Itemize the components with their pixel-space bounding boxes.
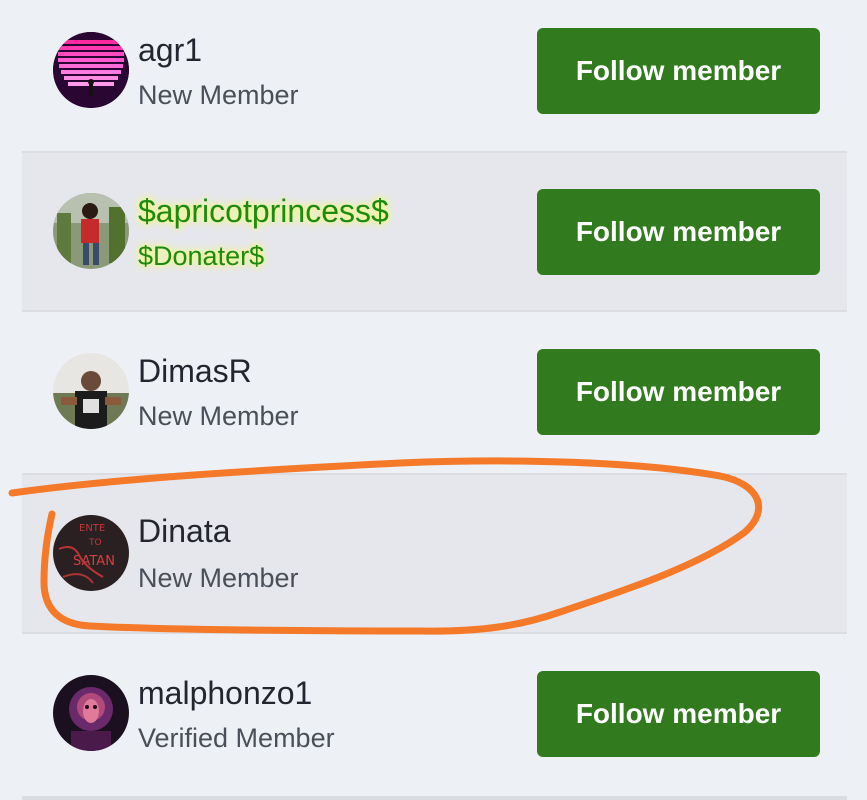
avatar[interactable] — [53, 193, 129, 269]
follow-member-button[interactable]: Follow member — [537, 671, 820, 757]
member-name[interactable]: $apricotprincess$ — [138, 193, 389, 230]
avatar[interactable] — [53, 32, 129, 108]
svg-text:ENTE: ENTE — [79, 523, 105, 534]
list-item: ENTE TO SATAN Dinata New Member — [22, 473, 847, 634]
list-item: $apricotprincess$ $Donater$ Follow membe… — [22, 151, 847, 312]
avatar[interactable] — [53, 675, 129, 751]
member-name[interactable]: Dinata — [138, 513, 231, 550]
member-name[interactable]: agr1 — [138, 32, 202, 69]
divider — [22, 796, 847, 800]
member-role: New Member — [138, 80, 299, 110]
list-item: malphonzo1 Verified Member Follow member — [22, 635, 847, 796]
member-name[interactable]: malphonzo1 — [138, 675, 312, 712]
svg-text:TO: TO — [88, 538, 102, 548]
member-role: Verified Member — [138, 723, 335, 753]
member-role: New Member — [138, 401, 299, 431]
member-role: $Donater$ — [138, 241, 265, 271]
follow-member-button[interactable]: Follow member — [537, 189, 820, 275]
member-list: agr1 New Member Follow member $apricotpr… — [22, 0, 847, 800]
follow-member-button[interactable]: Follow member — [537, 349, 820, 435]
list-item: agr1 New Member Follow member — [22, 0, 847, 153]
avatar[interactable]: ENTE TO SATAN — [53, 515, 129, 591]
avatar[interactable] — [53, 353, 129, 429]
member-role: New Member — [138, 563, 299, 593]
list-item: DimasR New Member Follow member — [22, 313, 847, 474]
member-name[interactable]: DimasR — [138, 353, 252, 390]
follow-member-button[interactable]: Follow member — [537, 28, 820, 114]
